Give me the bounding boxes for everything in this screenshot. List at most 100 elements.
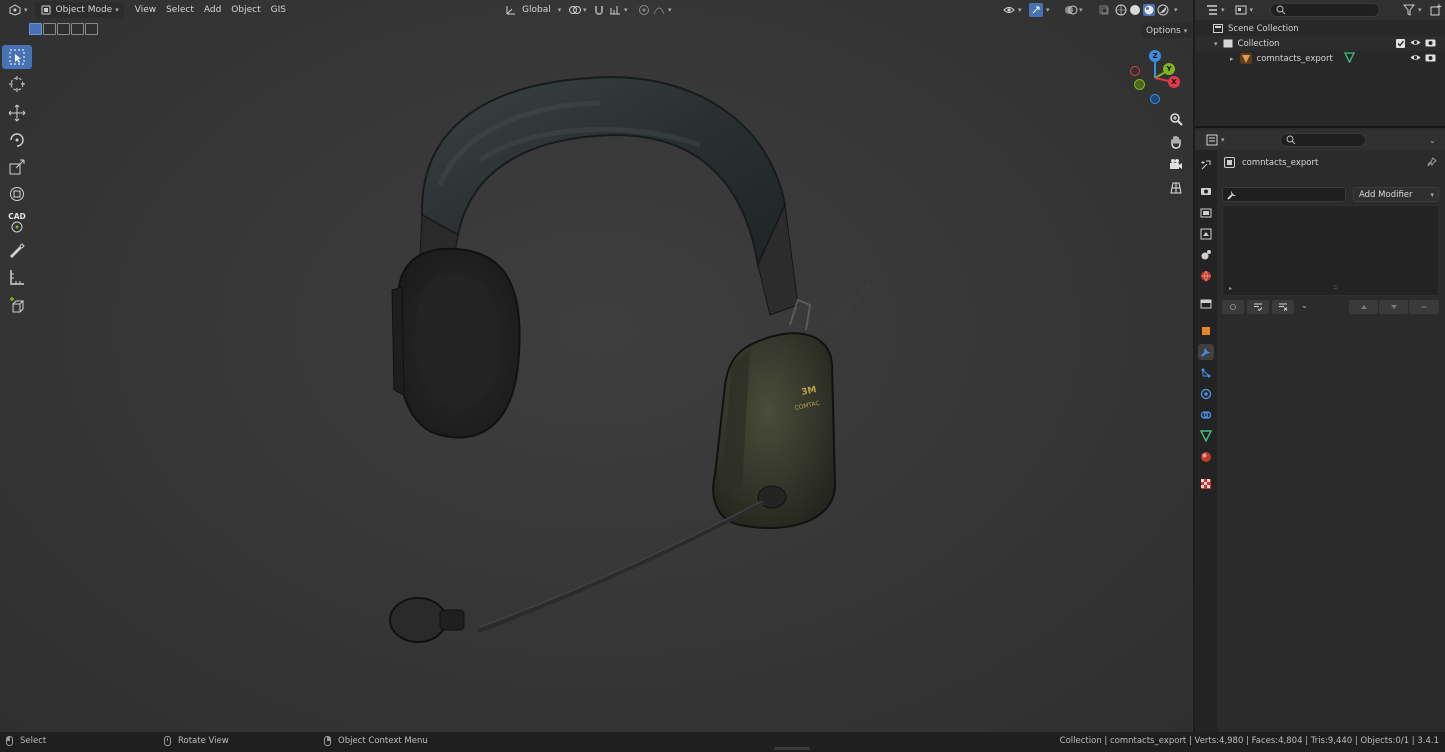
- tab-object[interactable]: [1198, 323, 1214, 339]
- select-extend-icon[interactable]: [43, 23, 56, 35]
- tab-physics[interactable]: [1198, 386, 1214, 402]
- transform-orientation-dropdown[interactable]: Global ▾: [500, 2, 566, 18]
- menu-select[interactable]: Select: [161, 2, 199, 18]
- viewport-header: ▾ Object Mode ▾ View Select Add Object G…: [0, 0, 1193, 20]
- properties-editor-type-button[interactable]: ▾: [1201, 132, 1230, 148]
- falloff-dropdown[interactable]: ▾: [648, 2, 677, 18]
- outliner[interactable]: ▾ ▾ ▾ Scene Collection ▾ Collection ▸ co…: [1195, 0, 1445, 128]
- tool-rotate[interactable]: [2, 128, 32, 152]
- rendered-shading-icon[interactable]: [1157, 4, 1169, 16]
- tab-data[interactable]: [1198, 428, 1214, 444]
- camera-view-button[interactable]: [1166, 155, 1186, 175]
- add-modifier-dropdown[interactable]: Add Modifier ▾: [1353, 187, 1439, 202]
- menu-add[interactable]: Add: [199, 2, 226, 18]
- tool-add-cube[interactable]: [2, 294, 32, 318]
- chevron-down-icon: ▾: [1174, 6, 1178, 14]
- headset-model[interactable]: 3M COMTAC: [370, 65, 890, 645]
- overlays-toggle[interactable]: ▾: [1059, 2, 1088, 18]
- chevron-down-icon[interactable]: ⌄: [1301, 301, 1308, 310]
- tab-output[interactable]: [1198, 205, 1214, 221]
- options-dropdown[interactable]: Options ▾: [1141, 23, 1193, 38]
- x-axis-handle[interactable]: X: [1168, 76, 1180, 88]
- properties-editor[interactable]: ▾ ⌄ comntacts_export Add Modifier ▾ ▸::…: [1195, 130, 1445, 732]
- select-new-icon[interactable]: [29, 23, 42, 35]
- zoom-button[interactable]: [1166, 109, 1186, 129]
- solid-shading-icon[interactable]: [1129, 4, 1141, 16]
- tab-tool[interactable]: [1198, 157, 1214, 173]
- menu-object[interactable]: Object: [226, 2, 265, 18]
- eye-icon[interactable]: [1410, 38, 1421, 50]
- eye-selectable-icon: [1003, 4, 1015, 16]
- expand-arrow-icon[interactable]: ▸: [1229, 285, 1232, 292]
- tab-view-layer[interactable]: [1198, 226, 1214, 242]
- expand-arrow-icon[interactable]: ▸: [1230, 55, 1234, 63]
- menu-gis[interactable]: GIS: [266, 2, 291, 18]
- modifier-action-button-1[interactable]: [1222, 300, 1244, 314]
- mode-dropdown[interactable]: Object Mode ▾: [34, 2, 124, 18]
- tool-cursor[interactable]: [2, 72, 32, 96]
- y-axis-handle[interactable]: Y: [1163, 63, 1175, 75]
- 3d-viewport[interactable]: ▾ Object Mode ▾ View Select Add Object G…: [0, 0, 1193, 732]
- chevron-down-icon[interactable]: ⌄: [1429, 136, 1436, 145]
- tool-annotate[interactable]: [2, 238, 32, 262]
- render-camera-icon[interactable]: [1425, 53, 1436, 65]
- modifier-action-button-2[interactable]: [1247, 300, 1269, 314]
- visibility-dropdown[interactable]: ▾: [998, 2, 1027, 18]
- modifier-search-field[interactable]: [1222, 187, 1346, 202]
- tab-particles[interactable]: [1198, 365, 1214, 381]
- neg-z-axis-handle[interactable]: [1150, 94, 1160, 104]
- expand-arrow-icon[interactable]: ▾: [1214, 40, 1218, 48]
- gizmo-toggle[interactable]: ▾: [1024, 2, 1055, 18]
- neg-x-axis-handle[interactable]: [1130, 66, 1140, 76]
- select-subtract-icon[interactable]: [57, 23, 70, 35]
- modifier-action-button-3[interactable]: [1272, 300, 1294, 314]
- display-mode-dropdown[interactable]: ▾: [1230, 2, 1259, 18]
- outliner-editor-type-button[interactable]: ▾: [1201, 2, 1230, 18]
- modifier-list[interactable]: ▸ ::::: [1222, 205, 1439, 296]
- new-collection-button[interactable]: [1425, 2, 1445, 18]
- menu-view[interactable]: View: [130, 2, 161, 18]
- move-down-button[interactable]: [1379, 300, 1408, 314]
- tool-select-box[interactable]: [2, 45, 32, 69]
- remove-button[interactable]: [1409, 300, 1439, 314]
- pin-icon[interactable]: [1427, 157, 1437, 170]
- outliner-row-collection[interactable]: ▾ Collection: [1195, 36, 1445, 51]
- tab-texture[interactable]: [1198, 476, 1214, 492]
- tool-cad[interactable]: CAD: [2, 211, 32, 235]
- outliner-search-input[interactable]: [1270, 3, 1380, 17]
- move-up-button[interactable]: [1349, 300, 1378, 314]
- tool-scale[interactable]: [2, 155, 32, 179]
- exclude-checkbox[interactable]: [1396, 39, 1405, 48]
- properties-search-input[interactable]: [1280, 133, 1366, 147]
- resize-grip-icon[interactable]: ::::: [1333, 284, 1338, 291]
- tab-scene[interactable]: [1198, 247, 1214, 263]
- render-camera-icon[interactable]: [1425, 38, 1436, 50]
- properties-tabs: [1195, 150, 1217, 732]
- tab-material[interactable]: [1198, 449, 1214, 465]
- navigation-gizmo[interactable]: Z Y X: [1125, 46, 1185, 108]
- pan-button[interactable]: [1166, 132, 1186, 152]
- tab-world[interactable]: [1198, 268, 1214, 284]
- resize-handle[interactable]: [774, 747, 810, 750]
- z-axis-handle[interactable]: Z: [1149, 50, 1161, 62]
- tool-move[interactable]: [2, 101, 32, 125]
- material-preview-icon[interactable]: [1143, 4, 1155, 16]
- tab-modifiers[interactable]: [1198, 344, 1214, 360]
- tool-transform[interactable]: [2, 182, 32, 206]
- snap-target-dropdown[interactable]: ▾: [604, 2, 633, 18]
- wireframe-shading-icon[interactable]: [1115, 4, 1127, 16]
- select-invert-icon[interactable]: [71, 23, 84, 35]
- tab-constraints[interactable]: [1198, 407, 1214, 423]
- tab-render[interactable]: [1198, 183, 1214, 199]
- neg-y-axis-handle[interactable]: [1134, 79, 1145, 90]
- select-intersect-icon[interactable]: [85, 23, 98, 35]
- mesh-data-icon[interactable]: [1343, 51, 1356, 66]
- outliner-row-scene-collection[interactable]: Scene Collection: [1195, 21, 1445, 36]
- outliner-row-object[interactable]: ▸ comntacts_export: [1195, 51, 1445, 66]
- editor-type-button[interactable]: ▾: [4, 2, 33, 18]
- perspective-toggle-button[interactable]: [1166, 178, 1186, 198]
- filter-dropdown[interactable]: ▾: [1398, 2, 1427, 18]
- eye-icon[interactable]: [1410, 53, 1421, 65]
- tab-collection[interactable]: [1198, 296, 1214, 312]
- tool-measure[interactable]: [2, 265, 32, 289]
